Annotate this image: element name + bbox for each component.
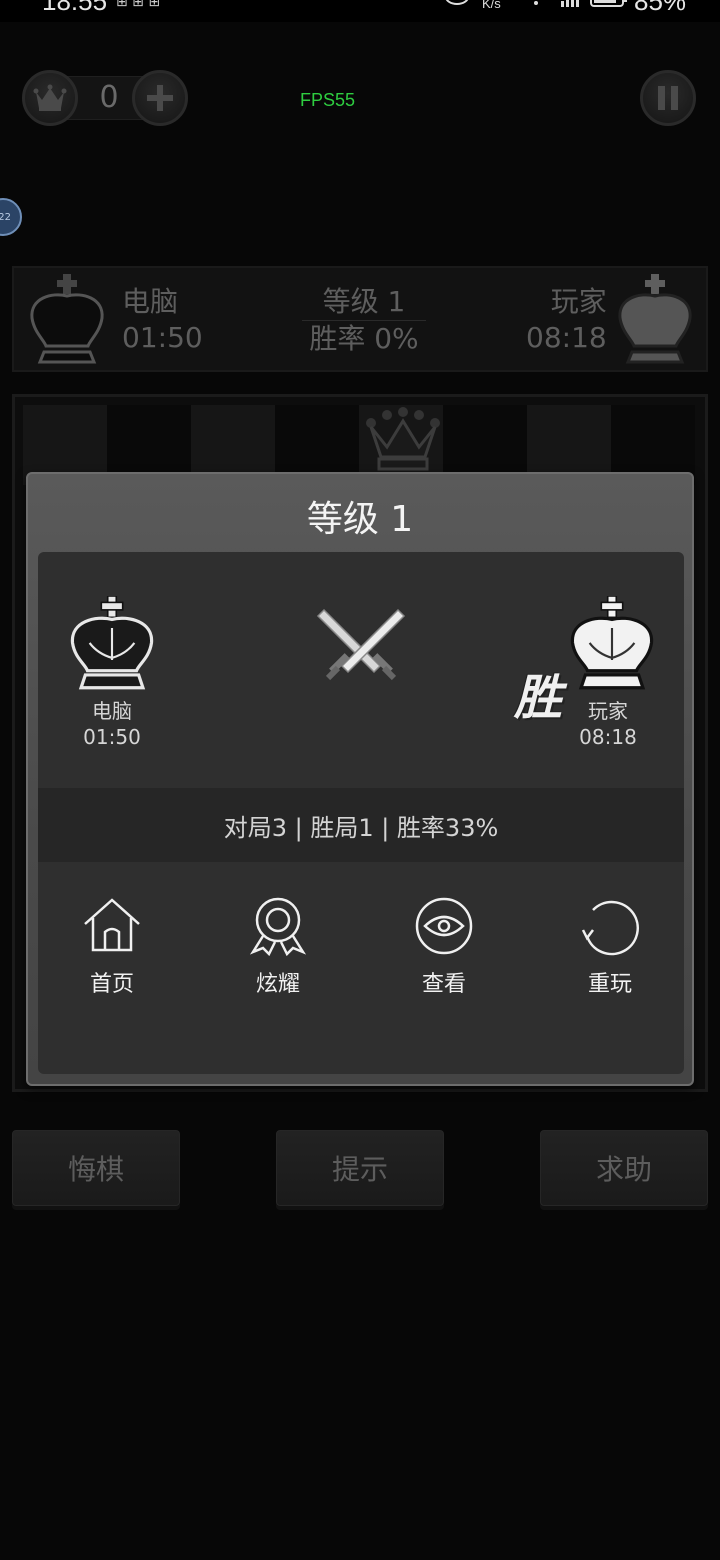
home-label: 首页	[89, 972, 134, 997]
replay-icon	[581, 900, 639, 956]
right-player-info: 玩家 08:18	[526, 284, 607, 356]
crossed-swords-icon	[316, 602, 406, 690]
right-result-time: 08:18	[579, 725, 637, 749]
undo-button[interactable]: 悔棋	[12, 1130, 180, 1206]
view-label: 查看	[421, 972, 466, 997]
black-king-icon	[64, 595, 160, 696]
help-button[interactable]: 求助	[540, 1130, 708, 1206]
status-bar: 18:55 ⊞ ⊞ ⊞ K/s 85%	[0, 0, 720, 22]
game-stats: 对局3 | 胜局1 | 胜率33%	[38, 788, 684, 862]
left-player-name: 电脑	[122, 285, 179, 318]
replay-label: 重玩	[587, 972, 632, 997]
net-speed: K/s	[482, 0, 501, 11]
dialog-title: 等级 1	[306, 499, 414, 540]
hint-button[interactable]: 提示	[276, 1130, 444, 1206]
pause-button[interactable]	[640, 70, 696, 126]
eye-icon	[415, 897, 473, 955]
battery-icon	[590, 0, 628, 12]
left-player-info: 电脑 01:50	[122, 284, 203, 356]
pause-icon	[658, 86, 678, 110]
dialog-actions: 首页 炫耀 查看 重玩	[38, 896, 684, 1016]
fps-counter: FPS55	[300, 90, 356, 110]
home-button[interactable]: 首页	[52, 896, 172, 998]
black-queen-icon[interactable]	[365, 407, 441, 475]
notification-icons: ⊞ ⊞ ⊞	[116, 0, 161, 10]
win-rate-label: 胜率 0%	[309, 322, 419, 355]
right-player-time: 08:18	[526, 321, 607, 354]
white-king-icon	[610, 272, 700, 372]
coin-value: 0	[99, 80, 119, 115]
replay-button[interactable]: 重玩	[550, 896, 670, 998]
result-dialog: 等级 1 电脑 01:50 胜 玩家 08:18 对局3 | 胜局1 | 胜率3…	[26, 472, 694, 1086]
right-result-name: 玩家	[588, 699, 628, 723]
battery-percent: 85%	[634, 0, 687, 16]
signal-icon	[560, 0, 582, 13]
level-label: 等级 1	[322, 285, 406, 318]
plus-icon	[147, 85, 173, 111]
black-king-icon	[22, 272, 112, 372]
medal-icon	[249, 897, 307, 957]
right-player-name: 玩家	[550, 285, 607, 318]
dialog-body: 电脑 01:50 胜 玩家 08:18 对局3 | 胜局1 | 胜率33% 首页…	[38, 552, 684, 1074]
view-button[interactable]: 查看	[384, 896, 504, 998]
wifi-icon	[526, 0, 546, 13]
side-badge[interactable]: 22	[0, 198, 22, 236]
eye-icon	[444, 0, 470, 11]
status-time: 18:55	[42, 0, 108, 16]
level-info: 等级 1 胜率 0%	[294, 284, 434, 357]
show-off-button[interactable]: 炫耀	[218, 896, 338, 998]
left-result-player: 电脑 01:50	[52, 698, 172, 750]
home-icon	[84, 898, 140, 952]
crown-coin-icon	[22, 70, 78, 126]
show-off-label: 炫耀	[255, 972, 300, 997]
white-king-icon	[564, 595, 660, 696]
left-result-time: 01:50	[83, 725, 141, 749]
add-coin-button[interactable]	[132, 70, 188, 126]
left-player-time: 01:50	[122, 321, 203, 354]
left-result-name: 电脑	[92, 699, 132, 723]
coin-counter: 0	[22, 70, 188, 126]
player-panel: 电脑 01:50 等级 1 胜率 0% 玩家 08:18	[12, 266, 708, 372]
right-result-player: 玩家 08:18	[548, 698, 668, 750]
